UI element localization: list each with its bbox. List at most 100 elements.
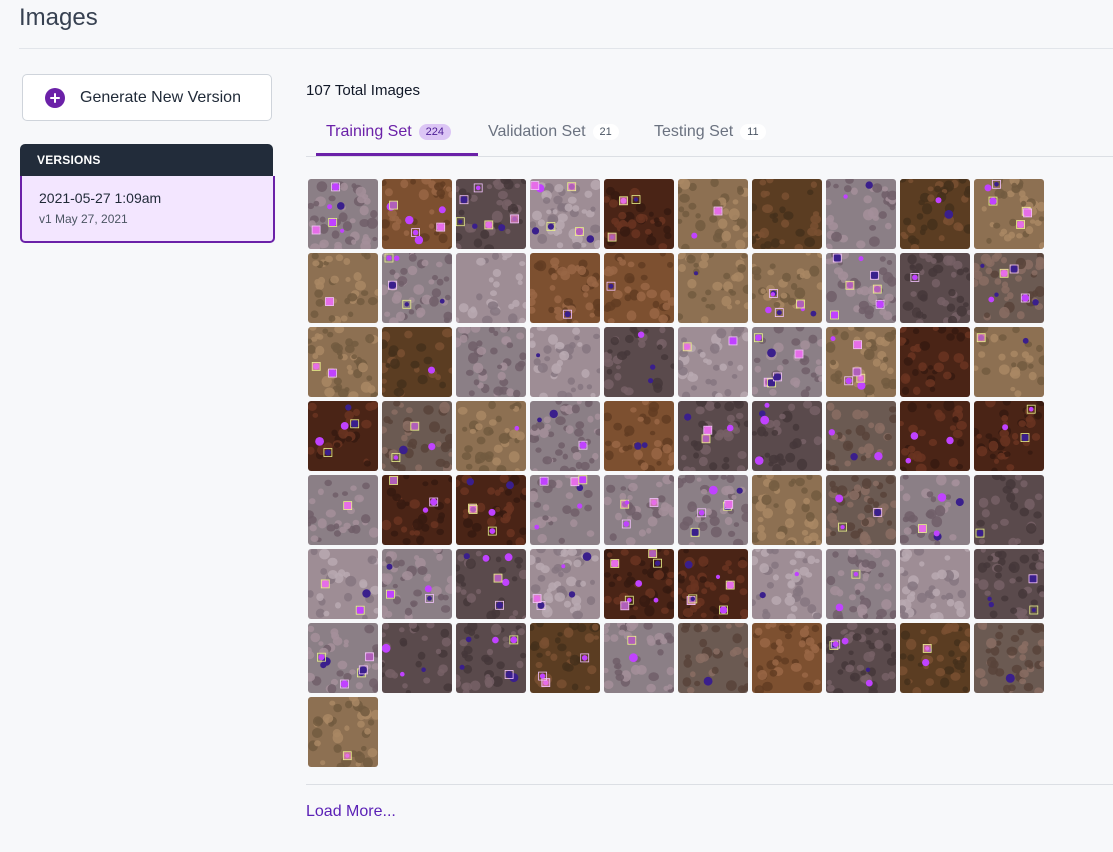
- tab-count-badge: 11: [740, 124, 766, 140]
- image-thumbnail[interactable]: [826, 549, 896, 619]
- image-thumbnail[interactable]: [456, 179, 526, 249]
- image-thumbnail[interactable]: [308, 697, 378, 767]
- image-thumbnail[interactable]: [826, 623, 896, 693]
- image-thumbnail[interactable]: [678, 253, 748, 323]
- thumbnail-image: [826, 401, 896, 471]
- image-thumbnail[interactable]: [678, 327, 748, 397]
- image-thumbnail[interactable]: [382, 549, 452, 619]
- image-thumbnail[interactable]: [826, 475, 896, 545]
- image-thumbnail[interactable]: [604, 623, 674, 693]
- title-divider: [19, 48, 1113, 49]
- image-thumbnail[interactable]: [604, 475, 674, 545]
- image-thumbnail[interactable]: [530, 401, 600, 471]
- image-thumbnail[interactable]: [530, 179, 600, 249]
- thumbnail-image: [900, 549, 970, 619]
- image-thumbnail[interactable]: [752, 327, 822, 397]
- thumbnail-image: [974, 623, 1044, 693]
- image-thumbnail[interactable]: [900, 475, 970, 545]
- thumbnail-image: [382, 179, 452, 249]
- image-thumbnail[interactable]: [900, 623, 970, 693]
- split-tabs: Training Set 224 Validation Set 21 Testi…: [306, 116, 1113, 157]
- image-thumbnail[interactable]: [678, 549, 748, 619]
- image-thumbnail[interactable]: [826, 327, 896, 397]
- image-thumbnail[interactable]: [604, 549, 674, 619]
- image-thumbnail[interactable]: [530, 327, 600, 397]
- image-thumbnail[interactable]: [678, 401, 748, 471]
- thumbnail-image: [974, 549, 1044, 619]
- thumbnail-image: [974, 179, 1044, 249]
- version-item[interactable]: 2021-05-27 1:09am v1 May 27, 2021: [20, 176, 275, 243]
- image-thumbnail[interactable]: [974, 475, 1044, 545]
- image-thumbnail[interactable]: [382, 253, 452, 323]
- image-thumbnail[interactable]: [308, 179, 378, 249]
- image-thumbnail[interactable]: [678, 179, 748, 249]
- image-thumbnail[interactable]: [752, 401, 822, 471]
- thumbnail-image: [308, 327, 378, 397]
- image-thumbnail[interactable]: [900, 549, 970, 619]
- image-thumbnail[interactable]: [456, 253, 526, 323]
- image-thumbnail[interactable]: [604, 327, 674, 397]
- thumbnail-image: [678, 179, 748, 249]
- thumbnail-image: [604, 549, 674, 619]
- thumbnail-image: [308, 401, 378, 471]
- image-thumbnail[interactable]: [308, 549, 378, 619]
- image-thumbnail[interactable]: [456, 401, 526, 471]
- image-thumbnail[interactable]: [308, 327, 378, 397]
- image-thumbnail[interactable]: [678, 623, 748, 693]
- image-thumbnail[interactable]: [974, 253, 1044, 323]
- image-thumbnail[interactable]: [530, 623, 600, 693]
- image-thumbnail[interactable]: [974, 179, 1044, 249]
- image-thumbnail[interactable]: [382, 327, 452, 397]
- image-thumbnail[interactable]: [974, 401, 1044, 471]
- image-thumbnail[interactable]: [530, 475, 600, 545]
- image-thumbnail[interactable]: [308, 253, 378, 323]
- image-thumbnail[interactable]: [530, 253, 600, 323]
- image-thumbnail[interactable]: [752, 549, 822, 619]
- image-thumbnail[interactable]: [900, 179, 970, 249]
- image-thumbnail[interactable]: [382, 475, 452, 545]
- image-thumbnail[interactable]: [382, 179, 452, 249]
- versions-heading: VERSIONS: [20, 144, 273, 176]
- image-thumbnail[interactable]: [974, 623, 1044, 693]
- image-thumbnail[interactable]: [974, 549, 1044, 619]
- image-thumbnail[interactable]: [456, 623, 526, 693]
- image-thumbnail[interactable]: [604, 253, 674, 323]
- thumbnail-image: [826, 327, 896, 397]
- image-thumbnail[interactable]: [826, 179, 896, 249]
- image-thumbnail[interactable]: [308, 401, 378, 471]
- image-thumbnail[interactable]: [308, 475, 378, 545]
- image-thumbnail[interactable]: [900, 253, 970, 323]
- tab-label: Training Set: [326, 123, 412, 140]
- image-thumbnail[interactable]: [826, 253, 896, 323]
- image-thumbnail[interactable]: [456, 475, 526, 545]
- thumbnail-image: [382, 401, 452, 471]
- tab-testing-set[interactable]: Testing Set 11: [654, 116, 766, 156]
- tab-training-set[interactable]: Training Set 224: [326, 116, 452, 156]
- tab-count-badge: 21: [592, 124, 619, 140]
- image-thumbnail[interactable]: [604, 179, 674, 249]
- image-thumbnail[interactable]: [752, 475, 822, 545]
- active-tab-indicator: [316, 153, 478, 156]
- image-thumbnail[interactable]: [456, 549, 526, 619]
- page-title: Images: [19, 4, 98, 31]
- thumbnail-image: [308, 475, 378, 545]
- image-thumbnail[interactable]: [826, 401, 896, 471]
- image-thumbnail[interactable]: [604, 401, 674, 471]
- image-thumbnail[interactable]: [382, 623, 452, 693]
- load-more-link[interactable]: Load More...: [306, 803, 396, 821]
- image-thumbnail[interactable]: [752, 179, 822, 249]
- image-thumbnail[interactable]: [530, 549, 600, 619]
- image-thumbnail[interactable]: [456, 327, 526, 397]
- image-thumbnail[interactable]: [382, 401, 452, 471]
- tab-validation-set[interactable]: Validation Set 21: [488, 116, 619, 156]
- thumbnail-image: [530, 549, 600, 619]
- image-thumbnail[interactable]: [678, 475, 748, 545]
- generate-new-version-button[interactable]: Generate New Version: [22, 74, 272, 121]
- image-thumbnail[interactable]: [900, 327, 970, 397]
- image-thumbnail[interactable]: [308, 623, 378, 693]
- image-thumbnail[interactable]: [752, 623, 822, 693]
- thumbnail-image: [456, 253, 526, 323]
- image-thumbnail[interactable]: [900, 401, 970, 471]
- image-thumbnail[interactable]: [752, 253, 822, 323]
- image-thumbnail[interactable]: [974, 327, 1044, 397]
